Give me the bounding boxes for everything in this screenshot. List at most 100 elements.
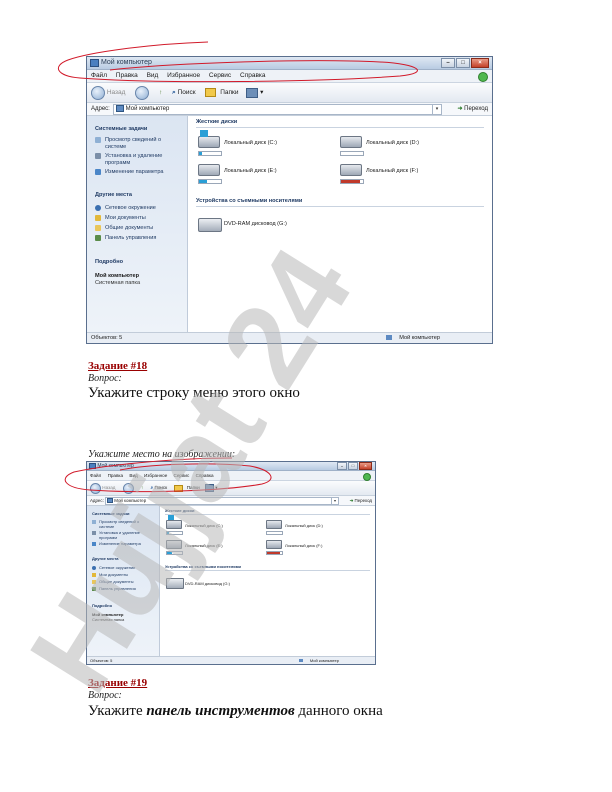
- question-19-text-before: Укажите: [88, 703, 147, 719]
- address-field[interactable]: Мой компьютер ▾: [105, 497, 339, 505]
- drive-usage-fill: [199, 152, 202, 155]
- drive-d[interactable]: Локальный диск (D:): [265, 517, 365, 536]
- question-19-title: Задание #19: [88, 677, 148, 689]
- task-add-remove[interactable]: Установка и удаление программ: [105, 153, 180, 166]
- back-label[interactable]: Назад: [107, 83, 126, 102]
- up-folder-icon[interactable]: ↑: [141, 481, 143, 495]
- tasks-header: Системные задачи: [95, 126, 148, 132]
- question-19-sub: Вопрос:: [88, 690, 122, 701]
- maximize-button[interactable]: □: [456, 58, 470, 68]
- drive-dvd[interactable]: DVD-RAM дисковод (G:): [196, 212, 396, 238]
- drive-label: Локальный диск (D:): [285, 523, 323, 528]
- hard-disk-icon: [166, 520, 182, 529]
- menu-file[interactable]: Файл: [91, 70, 107, 82]
- address-dropdown-icon[interactable]: ▾: [331, 498, 338, 504]
- address-dropdown-icon[interactable]: ▾: [432, 105, 441, 114]
- folders-button[interactable]: Папки: [220, 83, 238, 102]
- maximize-button[interactable]: □: [348, 462, 358, 470]
- task-pane: Системные задачи Просмотр сведений о сис…: [87, 506, 160, 656]
- go-arrow-icon: ➜: [457, 106, 463, 112]
- menu-favorites[interactable]: Избранное: [144, 471, 167, 480]
- drive-usage-fill: [167, 552, 173, 554]
- hard-disk-icon: [198, 164, 220, 176]
- folders-button[interactable]: Папки: [187, 481, 200, 495]
- task-change-setting[interactable]: Изменение параметра: [99, 541, 154, 547]
- menu-view[interactable]: Вид: [147, 70, 159, 82]
- menu-help[interactable]: Справка: [196, 471, 214, 480]
- minimize-button[interactable]: –: [337, 462, 347, 470]
- folders-icon[interactable]: [174, 484, 184, 492]
- shared-documents-icon: [92, 580, 96, 584]
- address-field[interactable]: Мой компьютер ▾: [113, 104, 442, 115]
- place-my-documents[interactable]: Мои документы: [105, 215, 146, 222]
- drive-label: Локальный диск (F:): [366, 168, 419, 174]
- drive-e[interactable]: Локальный диск (E:): [196, 160, 336, 186]
- place-shared-documents[interactable]: Общие документы: [99, 579, 133, 585]
- hard-disks-header: Жесткие диски: [196, 119, 238, 125]
- task-change-setting[interactable]: Изменение параметра: [105, 169, 180, 176]
- toolbar: Назад ↑ ⌕ Поиск Папки ▾: [87, 481, 375, 496]
- views-icon[interactable]: [246, 87, 259, 98]
- views-dropdown-icon[interactable]: ▾: [260, 83, 263, 102]
- status-location: Мой компьютер: [399, 335, 440, 341]
- place-control-panel[interactable]: Панель управления: [105, 235, 156, 242]
- drive-label: Локальный диск (E:): [185, 543, 223, 548]
- drive-d[interactable]: Локальный диск (D:): [338, 132, 478, 158]
- task-view-info[interactable]: Просмотр сведений о системе: [105, 137, 180, 150]
- go-button[interactable]: ➜ Переход: [350, 496, 372, 505]
- drive-e[interactable]: Локальный диск (E:): [165, 537, 265, 556]
- drive-usage-bar: [266, 551, 283, 555]
- place-shared-documents[interactable]: Общие документы: [105, 225, 153, 232]
- minimize-button[interactable]: –: [441, 58, 455, 68]
- menu-view[interactable]: Вид: [129, 471, 137, 480]
- search-button[interactable]: Поиск: [154, 481, 167, 495]
- go-button[interactable]: ➜ Переход: [457, 103, 488, 115]
- drive-label: Локальный диск (E:): [224, 168, 277, 174]
- search-button[interactable]: Поиск: [178, 83, 196, 102]
- drive-label: Локальный диск (F:): [285, 543, 323, 548]
- place-control-panel[interactable]: Панель управления: [99, 586, 136, 592]
- drive-usage-bar: [166, 531, 183, 535]
- menu-edit[interactable]: Правка: [108, 471, 124, 480]
- up-folder-icon[interactable]: ↑: [159, 83, 162, 102]
- views-dropdown-icon[interactable]: ▾: [215, 481, 217, 495]
- drive-f[interactable]: Локальный диск (F:): [265, 537, 365, 556]
- window-my-computer-2: Мой компьютер – □ × Файл Правка Вид Избран…: [86, 461, 376, 665]
- control-panel-icon: [92, 587, 96, 591]
- place-network[interactable]: Сетевое окружение: [99, 565, 135, 571]
- drive-f[interactable]: Локальный диск (F:): [338, 160, 478, 186]
- forward-icon[interactable]: [122, 482, 134, 494]
- drive-c[interactable]: Локальный диск (C:): [196, 130, 336, 158]
- place-my-documents[interactable]: Мои документы: [99, 572, 128, 578]
- drive-c[interactable]: Локальный диск (C:): [165, 515, 265, 536]
- close-button[interactable]: ×: [471, 58, 489, 68]
- task-view-info[interactable]: Просмотр сведений о системе: [99, 519, 154, 530]
- menu-file[interactable]: Файл: [90, 471, 101, 480]
- back-label[interactable]: Назад: [102, 481, 115, 495]
- menu-tools[interactable]: Сервис: [174, 471, 190, 480]
- dvd-label: DVD-RAM дисковод (G:): [185, 581, 230, 586]
- search-icon[interactable]: ⌕: [172, 83, 176, 102]
- views-icon[interactable]: [204, 484, 214, 492]
- hard-disk-icon: [198, 136, 220, 148]
- menu-edit[interactable]: Правка: [116, 70, 138, 82]
- title-bar[interactable]: Мой компьютер – □ ×: [87, 462, 375, 471]
- place-network[interactable]: Сетевое окружение: [105, 205, 156, 212]
- back-icon[interactable]: [91, 85, 105, 100]
- menu-favorites[interactable]: Избранное: [167, 70, 200, 82]
- back-icon[interactable]: [90, 482, 101, 494]
- forward-icon[interactable]: [135, 85, 150, 100]
- hard-disk-icon: [340, 164, 362, 176]
- details-header: Подробно: [92, 603, 113, 608]
- menu-tools[interactable]: Сервис: [209, 70, 231, 82]
- search-icon[interactable]: ⌕: [151, 481, 154, 495]
- drive-dvd[interactable]: DVD-RAM дисковод (G:): [165, 574, 315, 593]
- status-count: Объектов: 5: [90, 658, 113, 663]
- menu-help[interactable]: Справка: [240, 70, 266, 82]
- close-button[interactable]: ×: [359, 462, 372, 470]
- task-add-remove[interactable]: Установка и удаление программ: [99, 530, 154, 541]
- programs-icon: [92, 531, 96, 535]
- computer-icon: [107, 498, 113, 504]
- title-bar[interactable]: Мой компьютер – □ ×: [87, 57, 492, 70]
- folders-icon[interactable]: [205, 88, 217, 97]
